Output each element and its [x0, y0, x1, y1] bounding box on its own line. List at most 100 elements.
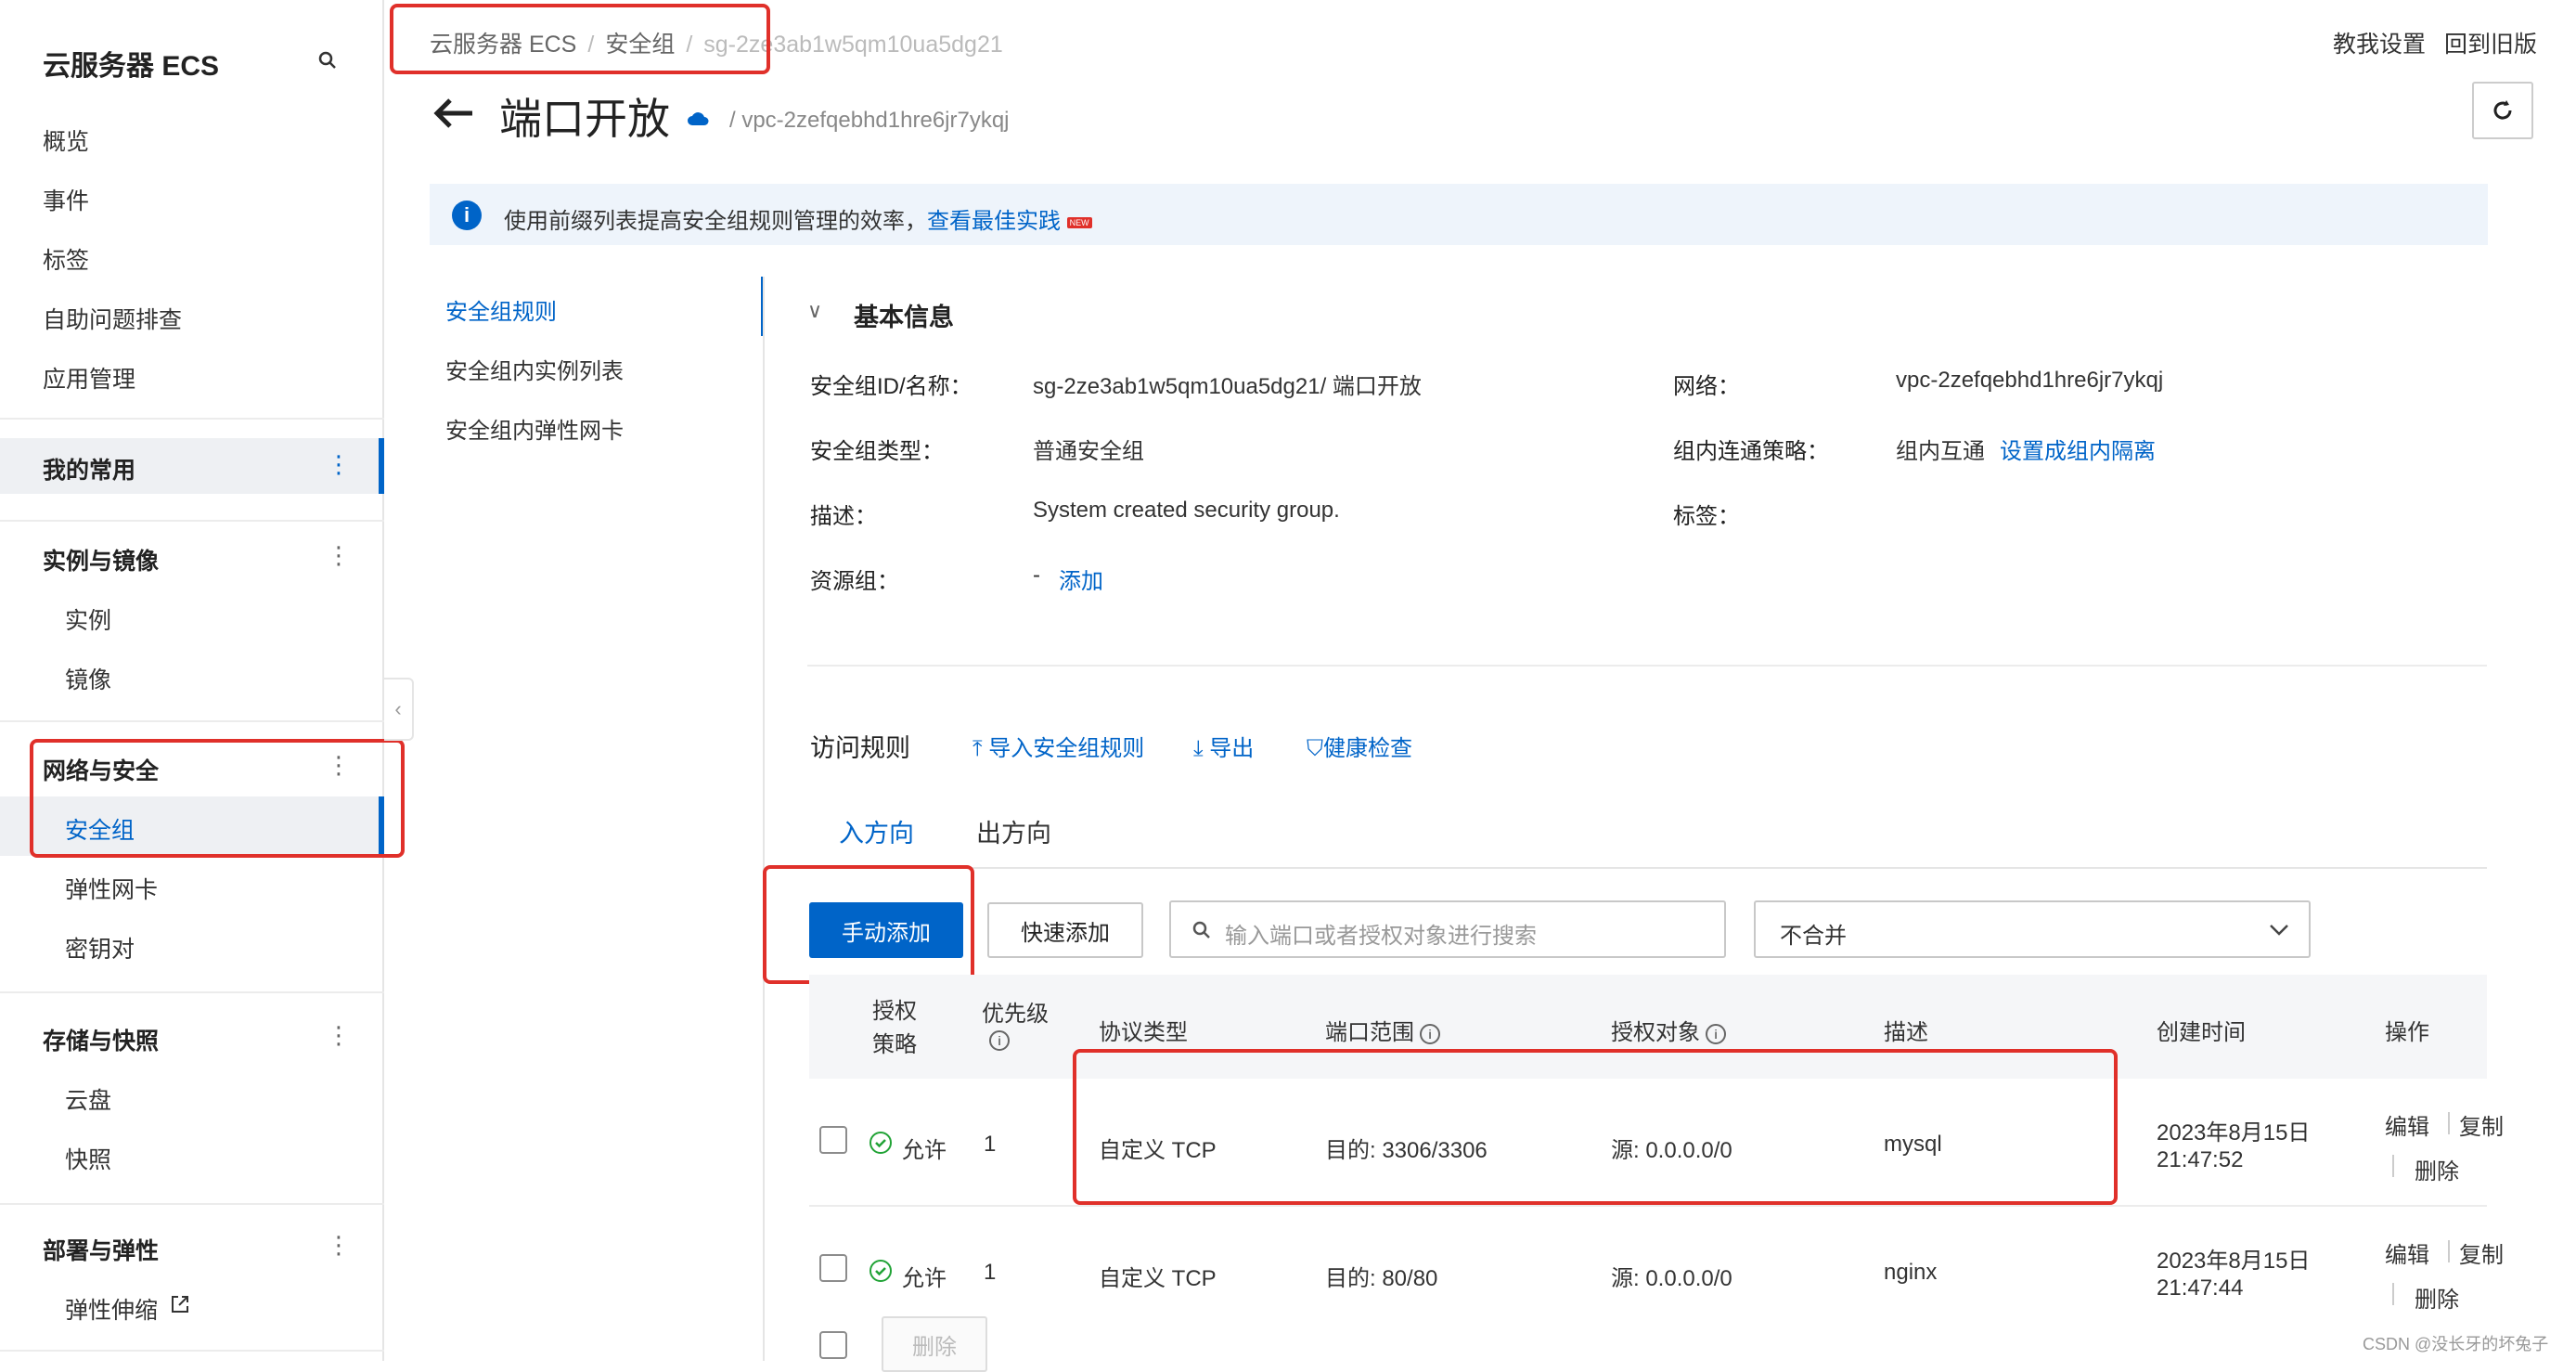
vertical-divider	[763, 277, 765, 1361]
column-header-created: 创建时间	[2157, 1020, 2246, 1045]
desc-value: System created security group.	[1033, 498, 1340, 523]
sidebar-item-app-management[interactable]: 应用管理	[43, 361, 135, 395]
desc-label: 描述：	[810, 504, 877, 529]
row-edit-link[interactable]: 编辑	[2385, 1236, 2429, 1269]
column-header-ops: 操作	[2385, 1020, 2429, 1045]
row-delete-link[interactable]: 删除	[2415, 1281, 2459, 1314]
page-title: 端口开放	[499, 95, 670, 143]
sidebar-group-instances[interactable]: 实例与镜像	[43, 543, 159, 576]
watermark: CSDN @没长牙的坏兔子	[2363, 1335, 2549, 1353]
best-practice-link[interactable]: 查看最佳实践	[927, 209, 1061, 234]
row-time: 21:47:44	[2157, 1275, 2244, 1301]
info-icon[interactable]: i	[1420, 1023, 1440, 1044]
sidebar-item-images[interactable]: 镜像	[65, 662, 111, 695]
row-copy-link[interactable]: 复制	[2459, 1236, 2504, 1269]
sg-type-value: 普通安全组	[1033, 439, 1144, 464]
sidebar-group-deploy[interactable]: 部署与弹性	[43, 1233, 159, 1266]
health-check-label: 健康检查	[1323, 736, 1412, 761]
info-icon[interactable]: i	[1706, 1023, 1726, 1044]
sidebar-item-snapshot[interactable]: 快照	[65, 1142, 111, 1175]
row-time: 21:47:52	[2157, 1147, 2244, 1172]
merge-select[interactable]: 不合并	[1754, 900, 2311, 958]
row-copy-link[interactable]: 复制	[2459, 1108, 2504, 1141]
tab-underline	[807, 867, 2487, 869]
row-delete-link[interactable]: 删除	[2415, 1153, 2459, 1185]
row-policy: 允许	[902, 1138, 947, 1163]
sidebar-item-autoscaling[interactable]: 弹性伸缩	[65, 1292, 158, 1326]
network-value: vpc-2zefqebhd1hre6jr7ykqj	[1896, 368, 2164, 393]
basic-info-header: 基本信息	[854, 304, 954, 331]
refresh-icon	[2493, 100, 2512, 120]
shield-check-icon: ⛉	[1307, 736, 1323, 761]
more-icon[interactable]: ⋮	[327, 450, 351, 479]
tab-eni-list[interactable]: 安全组内弹性网卡	[445, 412, 624, 445]
refresh-button[interactable]	[2472, 82, 2533, 139]
import-rules-label: 导入安全组规则	[988, 736, 1145, 761]
highlight-box	[763, 865, 974, 984]
tab-instance-list[interactable]: 安全组内实例列表	[445, 353, 624, 385]
sidebar-item-instances[interactable]: 实例	[65, 602, 111, 636]
highlight-box	[30, 739, 405, 858]
row-checkbox[interactable]	[819, 1126, 847, 1154]
select-all-checkbox[interactable]	[819, 1331, 847, 1359]
divider	[0, 1350, 384, 1352]
resource-group-label: 资源组：	[810, 569, 899, 594]
tags-label: 标签：	[1673, 504, 1740, 529]
tab-inbound[interactable]: 入方向	[839, 813, 914, 849]
sidebar-group-my-common: 我的常用	[43, 458, 136, 484]
info-icon[interactable]: i	[989, 1030, 1010, 1051]
access-rules-header: 访问规则	[810, 734, 910, 762]
sidebar-item-tags[interactable]: 标签	[43, 242, 89, 276]
divider	[2448, 1240, 2450, 1262]
health-check-button[interactable]: ⛉健康检查	[1307, 730, 1412, 762]
resource-group-add-link[interactable]: 添加	[1059, 563, 1103, 595]
network-label: 网络：	[1673, 374, 1740, 399]
column-header-priority: 优先级	[982, 1002, 1049, 1027]
resource-group-dash: -	[1033, 563, 1040, 588]
sidebar-group-storage[interactable]: 存储与快照	[43, 1023, 159, 1056]
sidebar-item-keypair[interactable]: 密钥对	[65, 931, 135, 964]
sidebar-item-disk[interactable]: 云盘	[65, 1082, 111, 1116]
row-date: 2023年8月15日	[2157, 1249, 2311, 1274]
policy-value: 组内互通	[1896, 439, 1985, 464]
collapse-sidebar-button[interactable]: ‹	[384, 678, 414, 741]
sidebar-title: 云服务器 ECS	[43, 51, 220, 82]
more-icon[interactable]: ⋮	[327, 541, 351, 570]
sidebar-item-overview[interactable]: 概览	[43, 123, 89, 157]
divider	[0, 520, 384, 522]
download-icon: ⤓	[1193, 736, 1204, 761]
import-rules-button[interactable]: ⤒ 导入安全组规则	[972, 730, 1144, 762]
tab-security-group-rules[interactable]: 安全组规则	[445, 293, 557, 326]
external-link-icon	[169, 1293, 191, 1315]
row-priority: 1	[984, 1132, 997, 1157]
row-checkbox[interactable]	[819, 1254, 847, 1282]
divider	[2392, 1155, 2394, 1177]
export-label: 导出	[1209, 736, 1255, 761]
search-icon	[1192, 921, 1210, 938]
back-arrow-icon[interactable]	[430, 93, 476, 134]
active-indicator	[379, 438, 384, 494]
sidebar-item-troubleshoot[interactable]: 自助问题排查	[43, 302, 182, 335]
search-placeholder: 输入端口或者授权对象进行搜索	[1225, 924, 1537, 949]
search-icon[interactable]	[317, 50, 338, 71]
tab-outbound[interactable]: 出方向	[976, 813, 1051, 849]
old-version-link[interactable]: 回到旧版	[2444, 26, 2537, 59]
set-isolation-link[interactable]: 设置成组内隔离	[2000, 433, 2156, 465]
source-header-label: 授权对象	[1611, 1020, 1700, 1045]
more-icon[interactable]: ⋮	[327, 1231, 351, 1260]
divider	[0, 418, 384, 420]
quick-add-button[interactable]: 快速添加	[987, 902, 1143, 958]
batch-delete-button[interactable]: 删除	[882, 1316, 987, 1372]
tutorial-link[interactable]: 教我设置	[2333, 26, 2426, 59]
sidebar-item-eni[interactable]: 弹性网卡	[65, 872, 158, 905]
search-input[interactable]: 输入端口或者授权对象进行搜索	[1169, 900, 1726, 958]
row-edit-link[interactable]: 编辑	[2385, 1108, 2429, 1141]
export-button[interactable]: ⤓ 导出	[1193, 730, 1254, 762]
sg-type-label: 安全组类型：	[810, 439, 944, 464]
chevron-down-icon[interactable]: ∨	[807, 299, 822, 323]
sidebar-item-events[interactable]: 事件	[43, 183, 89, 216]
highlight-box	[1073, 1049, 2118, 1205]
column-header-protocol: 协议类型	[1099, 1020, 1188, 1045]
more-icon[interactable]: ⋮	[327, 1021, 351, 1050]
policy-label: 组内连通策略：	[1673, 439, 1829, 464]
